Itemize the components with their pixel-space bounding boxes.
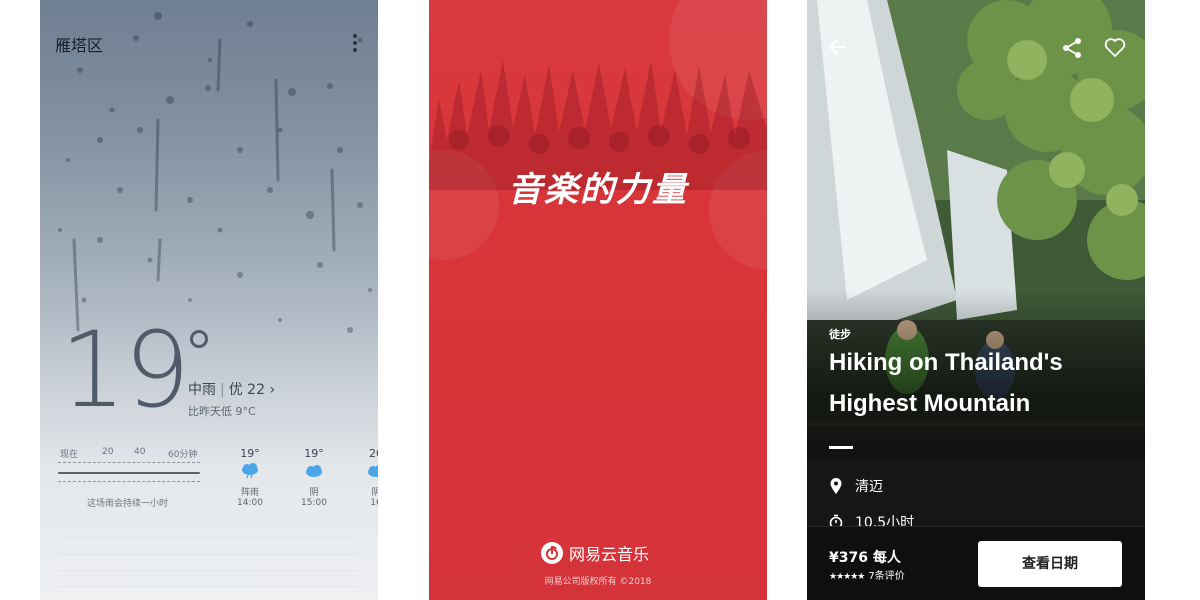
condition-row[interactable]: 中雨 | 优 22 › — [188, 379, 275, 399]
back-arrow-icon[interactable] — [827, 36, 849, 58]
price-label: ¥376 每人 — [829, 550, 901, 566]
forecast-desc: 阵雨 — [240, 488, 259, 498]
heart-icon[interactable] — [1103, 35, 1127, 59]
share-icon[interactable] — [1060, 36, 1084, 60]
location-row: 清迈 — [829, 476, 883, 496]
condition-label: 中雨 — [188, 382, 216, 398]
forecast-temp: 19° — [304, 447, 324, 460]
scale-label: 60分钟 — [168, 450, 198, 460]
review-count: 7条评价 — [868, 571, 905, 582]
location-pin-icon — [830, 478, 842, 494]
rating-row[interactable]: ★★★★★ 7条评价 — [829, 567, 905, 582]
forecast-time: 16 — [370, 498, 378, 508]
music-splash-panel: 音楽的力量 网易云音乐 网易公司版权所有 ©2018 — [429, 0, 767, 600]
scale-label: 20 — [102, 447, 114, 457]
hiking-detail-panel: 徒步 Hiking on Thailand's Highest Mountain… — [807, 0, 1145, 600]
scale-label: 40 — [134, 447, 146, 457]
scale-label: 现在 — [60, 450, 79, 460]
rain-duration-message: 这场雨会持续一小时 — [87, 499, 169, 509]
forecast-temp: 20 — [369, 447, 378, 460]
aqi-label: 优 22 — [228, 382, 265, 398]
netease-music-icon — [541, 542, 563, 564]
forecast-item: 20 阴 16 — [356, 447, 378, 508]
forecast-divider-lines — [58, 522, 358, 600]
forecast-desc: 阴 — [309, 488, 319, 498]
rain-cloud-icon — [242, 463, 258, 479]
cloud-icon — [306, 465, 322, 477]
app-name: 网易云音乐 — [569, 545, 650, 564]
weather-panel: 雁塔区 19 中雨 | 优 22 › 比昨天低 9°C 现在 20 40 60分钟 … — [40, 0, 378, 600]
info-section: 清迈 10.5小时 — [807, 460, 1145, 531]
check-dates-button[interactable]: 查看日期 — [978, 541, 1122, 587]
title-divider — [829, 446, 853, 449]
current-temperature: 19 — [60, 309, 190, 431]
copyright-text: 网易公司版权所有 ©2018 — [544, 577, 652, 587]
app-logo: 网易云音乐 — [541, 541, 649, 565]
slogan: 音楽的力量 — [508, 170, 688, 210]
forecast-item: 19° 阵雨 14:00 — [230, 447, 270, 508]
temperature-comparison: 比昨天低 9°C — [188, 405, 256, 418]
forecast-item: 19° 阴 15:00 — [294, 447, 334, 508]
cloud-icon — [368, 465, 378, 477]
forecast-time: 14:00 — [237, 498, 263, 508]
forecast-temp: 19° — [240, 447, 260, 460]
category-label: 徒步 — [829, 328, 851, 341]
location-label[interactable]: 雁塔区 — [55, 32, 103, 56]
star-rating-icon: ★★★★★ — [829, 572, 865, 582]
degree-symbol — [190, 330, 208, 348]
more-options-icon[interactable] — [352, 34, 358, 54]
location-text: 清迈 — [855, 479, 883, 495]
forecast-time: 15:00 — [301, 498, 327, 508]
rain-intensity-bar — [58, 462, 200, 482]
forecast-desc: 阴 — [371, 488, 378, 498]
chevron-right-icon: › — [269, 382, 276, 398]
experience-title: Hiking on Thailand's Highest Mountain — [829, 349, 1063, 417]
booking-footer: ¥376 每人 ★★★★★ 7条评价 查看日期 — [807, 526, 1145, 600]
